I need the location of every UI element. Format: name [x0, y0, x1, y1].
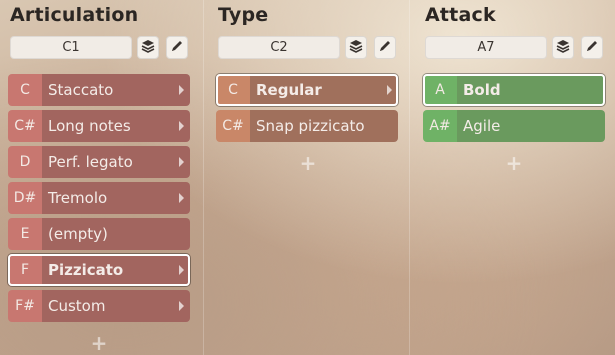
item-label: Bold: [457, 74, 605, 106]
articulation-list: C Staccato C# Long notes D Perf. legato …: [8, 74, 190, 326]
pencil-icon: [378, 38, 392, 57]
item-key: A: [423, 74, 457, 106]
key-switch-field[interactable]: C1: [10, 36, 132, 59]
chevron-right-icon: [387, 85, 392, 95]
item-key: E: [8, 218, 42, 250]
column-type: Type C2 C Regular C# Snap pizzicato +: [203, 0, 410, 355]
add-item-button[interactable]: +: [504, 151, 524, 175]
list-item[interactable]: C# Snap pizzicato: [216, 110, 398, 142]
list-item-selected[interactable]: C Regular: [216, 74, 398, 106]
item-label: Staccato: [42, 74, 190, 106]
list-item[interactable]: F# Custom: [8, 290, 190, 322]
column-title: Articulation: [10, 4, 139, 26]
item-label: Agile: [457, 110, 605, 142]
list-item[interactable]: A# Agile: [423, 110, 605, 142]
edit-button[interactable]: [581, 36, 603, 59]
layers-button[interactable]: [345, 36, 367, 59]
item-key: C: [216, 74, 250, 106]
item-key: F: [8, 254, 42, 286]
column-attack: Attack A7 A Bold A# Agile +: [409, 0, 615, 355]
list-item[interactable]: D# Tremolo: [8, 182, 190, 214]
item-key: D#: [8, 182, 42, 214]
item-key: D: [8, 146, 42, 178]
list-item[interactable]: C# Long notes: [8, 110, 190, 142]
item-key: C#: [8, 110, 42, 142]
item-label: (empty): [42, 218, 190, 250]
layers-button[interactable]: [552, 36, 574, 59]
item-key: C: [8, 74, 42, 106]
chevron-right-icon: [179, 301, 184, 311]
layers-button[interactable]: [137, 36, 159, 59]
chevron-right-icon: [179, 85, 184, 95]
item-key: C#: [216, 110, 250, 142]
item-label: Long notes: [42, 110, 190, 142]
add-item-button[interactable]: +: [298, 151, 318, 175]
layers-icon: [556, 38, 570, 57]
list-item[interactable]: E (empty): [8, 218, 190, 250]
item-label: Custom: [42, 290, 190, 322]
add-item-button[interactable]: +: [89, 331, 109, 355]
layers-icon: [349, 38, 363, 57]
item-label: Snap pizzicato: [250, 110, 398, 142]
list-item-selected[interactable]: A Bold: [423, 74, 605, 106]
layers-icon: [141, 38, 155, 57]
column-articulation: Articulation C1 C Staccato C# Long notes…: [0, 0, 203, 355]
chevron-right-icon: [179, 265, 184, 275]
item-label: Regular: [250, 74, 398, 106]
type-list: C Regular C# Snap pizzicato: [216, 74, 398, 146]
edit-button[interactable]: [374, 36, 396, 59]
key-switch-field[interactable]: A7: [425, 36, 547, 59]
list-item-selected[interactable]: F Pizzicato: [8, 254, 190, 286]
item-label: Perf. legato: [42, 146, 190, 178]
pencil-icon: [170, 38, 184, 57]
item-key: A#: [423, 110, 457, 142]
key-switch-field[interactable]: C2: [218, 36, 340, 59]
list-item[interactable]: C Staccato: [8, 74, 190, 106]
attack-list: A Bold A# Agile: [423, 74, 605, 146]
item-label: Tremolo: [42, 182, 190, 214]
chevron-right-icon: [179, 157, 184, 167]
chevron-right-icon: [179, 121, 184, 131]
item-key: F#: [8, 290, 42, 322]
chevron-right-icon: [179, 193, 184, 203]
pencil-icon: [585, 38, 599, 57]
edit-button[interactable]: [166, 36, 188, 59]
column-title: Type: [218, 4, 269, 26]
list-item[interactable]: D Perf. legato: [8, 146, 190, 178]
column-title: Attack: [425, 4, 496, 26]
item-label: Pizzicato: [42, 254, 190, 286]
